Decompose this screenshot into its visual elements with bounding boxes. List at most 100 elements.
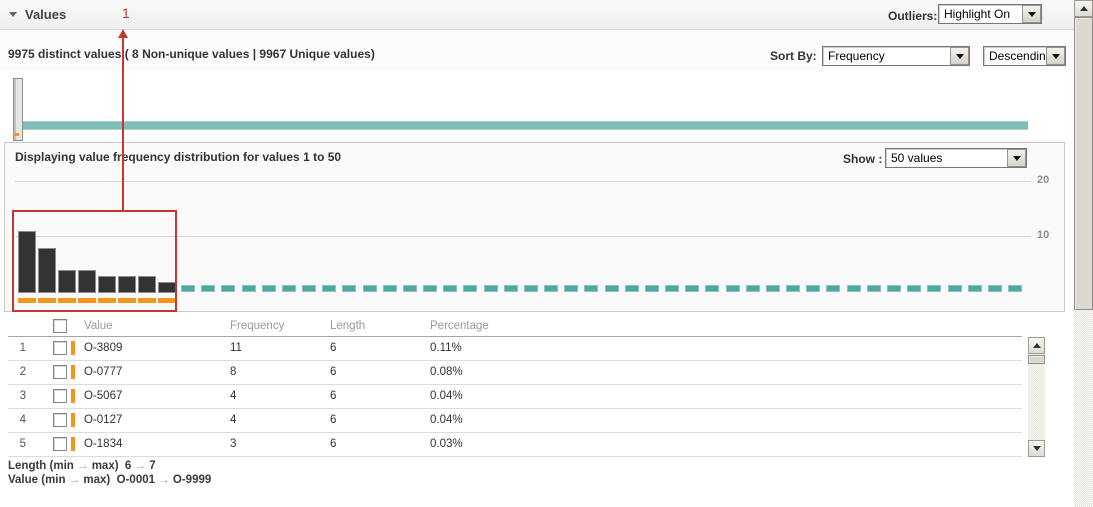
table-row[interactable]: 2O-0777860.08%	[8, 361, 1022, 385]
sort-by-select[interactable]: Frequency	[822, 46, 970, 66]
frequency-bar-nonunique[interactable]	[158, 282, 176, 293]
frequency-bar-nonunique[interactable]	[138, 276, 156, 293]
table-row[interactable]: 1O-38091160.11%	[8, 337, 1022, 361]
frequency-bar-unique[interactable]	[665, 285, 679, 292]
value-cell: O-5067	[84, 390, 122, 402]
column-header-percentage[interactable]: Percentage	[430, 320, 489, 332]
length-cell: 6	[330, 390, 336, 402]
column-header-value[interactable]: Value	[84, 320, 113, 332]
row-checkbox[interactable]	[53, 341, 67, 355]
frequency-bar-unique[interactable]	[363, 285, 377, 292]
frequency-bar-unique[interactable]	[746, 285, 760, 292]
row-index: 2	[8, 366, 26, 378]
frequency-bar-nonunique[interactable]	[18, 231, 36, 293]
frequency-bar-unique[interactable]	[605, 285, 619, 292]
scroll-up-button[interactable]	[1028, 337, 1045, 354]
frequency-bar-unique[interactable]	[484, 285, 498, 292]
frequency-bar-nonunique[interactable]	[78, 270, 96, 293]
dropdown-arrow-icon[interactable]	[1046, 47, 1065, 65]
frequency-bar-unique[interactable]	[463, 285, 477, 292]
frequency-bar-unique[interactable]	[1008, 285, 1022, 292]
frequency-bar-unique[interactable]	[524, 285, 538, 292]
table-row[interactable]: 5O-1834360.03%	[8, 433, 1022, 457]
outliers-label: Outliers:	[888, 9, 937, 23]
frequency-bar-unique[interactable]	[867, 285, 881, 292]
overview-distribution-strip[interactable]	[13, 121, 1028, 130]
scroll-down-button[interactable]	[1028, 440, 1045, 457]
percentage-cell: 0.11%	[430, 342, 462, 354]
frequency-bar-unique[interactable]	[948, 285, 962, 292]
frequency-bar-unique[interactable]	[968, 285, 982, 292]
frequency-bar-unique[interactable]	[927, 285, 941, 292]
outliers-select-value: Highlight On	[939, 5, 1022, 23]
column-header-frequency[interactable]: Frequency	[230, 320, 284, 332]
frequency-bar-unique[interactable]	[443, 285, 457, 292]
frequency-bar-unique[interactable]	[302, 285, 316, 292]
frequency-bar-unique[interactable]	[221, 285, 235, 292]
frequency-bar-unique[interactable]	[544, 285, 558, 292]
row-checkbox[interactable]	[53, 437, 67, 451]
row-checkbox[interactable]	[53, 389, 67, 403]
frequency-bar-unique[interactable]	[847, 285, 861, 292]
frequency-bar-unique[interactable]	[201, 285, 215, 292]
frequency-bar-unique[interactable]	[403, 285, 417, 292]
panel-scrollbar-thumb[interactable]	[1074, 17, 1093, 310]
row-checkbox[interactable]	[53, 413, 67, 427]
frequency-bar-unique[interactable]	[786, 285, 800, 292]
frequency-bar-nonunique[interactable]	[58, 270, 76, 293]
sort-order-select[interactable]: Descending	[983, 46, 1066, 66]
frequency-bar-unique[interactable]	[584, 285, 598, 292]
frequency-bar-unique[interactable]	[242, 285, 256, 292]
outlier-marker-icon	[71, 365, 75, 379]
frequency-bar-nonunique[interactable]	[118, 276, 136, 293]
frequency-cell: 11	[230, 342, 242, 354]
percentage-cell: 0.08%	[430, 366, 463, 378]
values-header-bar: Values Outliers: Highlight On	[0, 0, 1074, 30]
frequency-bar-unique[interactable]	[988, 285, 1002, 292]
frequency-bar-unique[interactable]	[423, 285, 437, 292]
frequency-bar-unique[interactable]	[262, 285, 276, 292]
frequency-bar-unique[interactable]	[907, 285, 921, 292]
frequency-bar-nonunique[interactable]	[98, 276, 116, 293]
dropdown-arrow-icon[interactable]	[1022, 5, 1041, 23]
frequency-bar-unique[interactable]	[342, 285, 356, 292]
outliers-select[interactable]: Highlight On	[938, 4, 1042, 24]
frequency-bar-unique[interactable]	[726, 285, 740, 292]
column-header-length[interactable]: Length	[330, 320, 365, 332]
frequency-bar-unique[interactable]	[766, 285, 780, 292]
annotation-step-number: 1	[122, 5, 130, 21]
outlier-underline	[58, 298, 76, 303]
outlier-underline	[38, 298, 56, 303]
frequency-bar-unique[interactable]	[826, 285, 840, 292]
table-scrollbar-thumb[interactable]	[1028, 355, 1045, 364]
length-cell: 6	[330, 342, 336, 354]
frequency-bar-unique[interactable]	[645, 285, 659, 292]
bar-chart	[5, 143, 1064, 311]
table-scrollbar[interactable]	[1028, 337, 1045, 457]
table-row[interactable]: 3O-5067460.04%	[8, 385, 1022, 409]
overview-range-handle[interactable]	[13, 78, 23, 141]
row-index: 3	[8, 390, 26, 402]
frequency-bar-nonunique[interactable]	[38, 248, 56, 293]
frequency-bar-unique[interactable]	[887, 285, 901, 292]
table-row[interactable]: 4O-0127460.04%	[8, 409, 1022, 433]
outlier-underline	[18, 298, 36, 303]
frequency-bar-unique[interactable]	[181, 285, 195, 292]
scroll-up-button[interactable]	[1074, 0, 1093, 17]
collapse-section-icon[interactable]	[9, 12, 17, 17]
frequency-bar-unique[interactable]	[383, 285, 397, 292]
frequency-bar-unique[interactable]	[705, 285, 719, 292]
value-min-max: Value (min → max) O-0001 → O-9999	[8, 474, 211, 486]
select-all-checkbox[interactable]	[53, 319, 67, 333]
frequency-bar-unique[interactable]	[685, 285, 699, 292]
percentage-cell: 0.04%	[430, 414, 463, 426]
frequency-bar-unique[interactable]	[504, 285, 518, 292]
panel-scrollbar[interactable]	[1074, 0, 1093, 507]
frequency-bar-unique[interactable]	[564, 285, 578, 292]
frequency-bar-unique[interactable]	[625, 285, 639, 292]
frequency-bar-unique[interactable]	[806, 285, 820, 292]
dropdown-arrow-icon[interactable]	[950, 47, 969, 65]
frequency-bar-unique[interactable]	[322, 285, 336, 292]
row-checkbox[interactable]	[53, 365, 67, 379]
frequency-bar-unique[interactable]	[282, 285, 296, 292]
